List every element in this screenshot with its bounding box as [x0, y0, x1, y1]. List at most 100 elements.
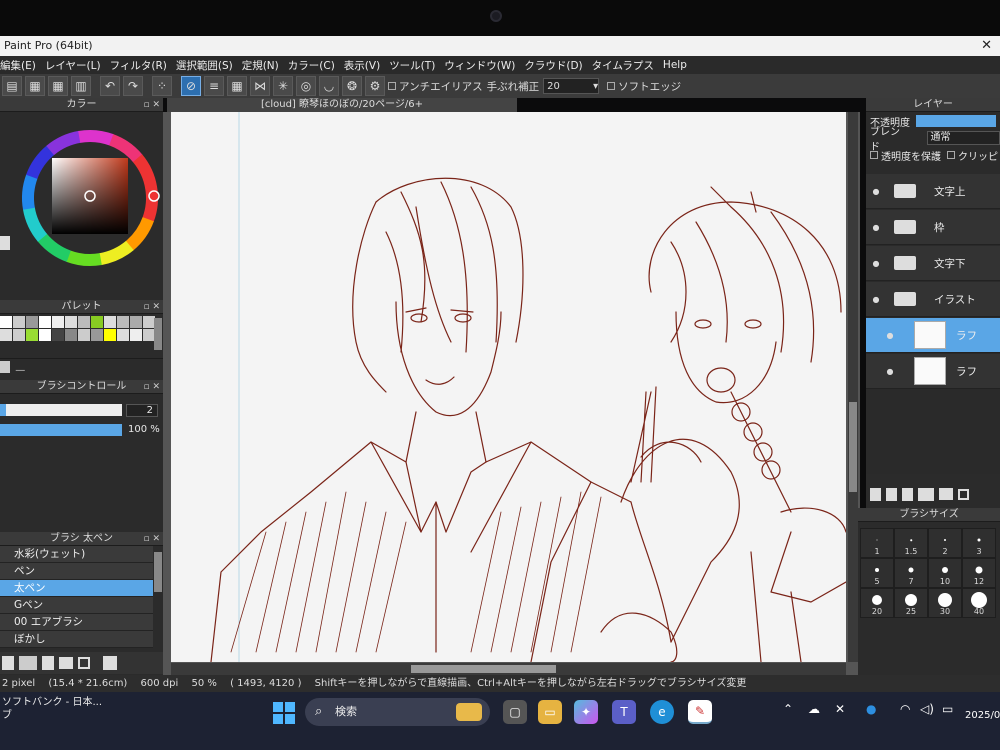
- panel-icon[interactable]: ▥: [71, 76, 91, 96]
- taskbar-news-widget[interactable]: ソフトバンク - 日本... ブ: [0, 696, 150, 722]
- close-icon[interactable]: ✕: [835, 702, 845, 716]
- layer-export-icon[interactable]: [918, 487, 934, 501]
- antialias-checkbox[interactable]: [388, 82, 396, 90]
- layer-blend-select[interactable]: 通常: [926, 131, 1000, 145]
- menu-item[interactable]: ウィンドウ(W): [444, 58, 515, 73]
- brush-list-item[interactable]: 水彩(ウェット): [0, 546, 153, 563]
- taskbar-search[interactable]: ⌕ 検索: [305, 698, 490, 726]
- layer-row[interactable]: ● ラフ: [866, 354, 1000, 389]
- palette-scrollbar[interactable]: [154, 318, 162, 350]
- paint-app-icon[interactable]: ✎: [688, 700, 712, 724]
- brush-list-item[interactable]: ペン: [0, 563, 153, 580]
- visibility-eye-icon[interactable]: ●: [866, 259, 886, 268]
- palette-swatch[interactable]: [65, 316, 77, 328]
- cloud-icon[interactable]: ☁: [808, 702, 820, 716]
- palette-swatch[interactable]: [26, 316, 38, 328]
- menu-item[interactable]: レイヤー(L): [45, 58, 101, 73]
- brush-size-cell[interactable]: 7: [894, 558, 928, 588]
- layer-folder-row[interactable]: ● イラスト: [866, 282, 1000, 317]
- duplicate-icon[interactable]: [78, 657, 90, 669]
- brush-size-slider[interactable]: [0, 404, 122, 416]
- perspective-ruler-icon[interactable]: ⋈: [250, 76, 270, 96]
- concentric-ruler-icon[interactable]: ◎: [296, 76, 316, 96]
- panel-close-icon[interactable]: ▫ ✕: [143, 532, 160, 546]
- palette-swatch[interactable]: [39, 329, 51, 341]
- palette-swatch[interactable]: [52, 316, 64, 328]
- protect-alpha-checkbox[interactable]: [870, 151, 878, 159]
- menu-item[interactable]: 編集(E): [0, 58, 36, 73]
- document-tab[interactable]: [cloud] 瞭琴ほのぼの/20ページ/6+: [167, 98, 517, 112]
- brush-settings-icon[interactable]: [42, 656, 54, 670]
- palette-swatch[interactable]: [52, 329, 64, 341]
- brush-list-item[interactable]: 太ペン: [0, 580, 153, 597]
- ellipse-ruler-icon[interactable]: ❂: [342, 76, 362, 96]
- brush-size-cell[interactable]: 1.5: [894, 528, 928, 558]
- edge-icon[interactable]: e: [650, 700, 674, 724]
- taskbar-date[interactable]: 2025/0: [965, 710, 1000, 721]
- horizontal-scroll-thumb[interactable]: [411, 665, 556, 673]
- brush-size-value[interactable]: 2: [126, 404, 158, 417]
- palette-add-icon[interactable]: [0, 361, 10, 373]
- layer-row[interactable]: ● ラフ: [866, 318, 1000, 353]
- menu-item[interactable]: ツール(T): [389, 58, 435, 73]
- palette-swatch[interactable]: [39, 316, 51, 328]
- brush-size-cell[interactable]: 5: [860, 558, 894, 588]
- layer-folder-icon[interactable]: [939, 488, 953, 500]
- brush-size-cell[interactable]: 30: [928, 588, 962, 618]
- visibility-eye-icon[interactable]: ●: [880, 331, 900, 340]
- panel-close-icon[interactable]: ▫ ✕: [143, 98, 160, 112]
- tray-chevron-up-icon[interactable]: ⌃: [783, 702, 793, 716]
- no-ruler-icon[interactable]: ⊘: [181, 76, 201, 96]
- palette-swatch[interactable]: [26, 329, 38, 341]
- settings-ruler-icon[interactable]: ⚙: [365, 76, 385, 96]
- speaker-icon[interactable]: ◁): [920, 702, 934, 716]
- palette-swatch[interactable]: [91, 329, 103, 341]
- palette-swatch[interactable]: [117, 329, 129, 341]
- menu-item[interactable]: 定規(N): [242, 58, 279, 73]
- brush-size-cell[interactable]: 25: [894, 588, 928, 618]
- folder-icon[interactable]: [59, 657, 73, 669]
- teams-icon[interactable]: T: [612, 700, 636, 724]
- copy-brush-icon[interactable]: [19, 656, 37, 670]
- new-brush-icon[interactable]: [2, 656, 14, 670]
- palette-swatch[interactable]: [78, 316, 90, 328]
- canvas-area[interactable]: [163, 112, 860, 675]
- grid-icon[interactable]: ▦: [48, 76, 68, 96]
- battery-icon[interactable]: ▭: [942, 702, 953, 716]
- layer-folder-row[interactable]: ● 文字下: [866, 246, 1000, 281]
- brush-size-cell[interactable]: 2: [928, 528, 962, 558]
- menu-item[interactable]: 表示(V): [344, 58, 380, 73]
- trash-icon[interactable]: [103, 656, 117, 670]
- brush-size-cell[interactable]: 12: [962, 558, 996, 588]
- vertical-scroll-thumb[interactable]: [849, 402, 857, 492]
- menu-item[interactable]: 選択範囲(S): [176, 58, 233, 73]
- copilot-icon[interactable]: ✦: [574, 700, 598, 724]
- windows-start-icon[interactable]: [273, 702, 295, 724]
- shield-icon[interactable]: ●: [866, 702, 876, 716]
- layer-folder-row[interactable]: ● 文字上: [866, 174, 1000, 209]
- close-icon[interactable]: ✕: [981, 38, 992, 53]
- curve-ruler-icon[interactable]: ◡: [319, 76, 339, 96]
- drawing-canvas[interactable]: [171, 112, 846, 662]
- brush-size-cell[interactable]: 1: [860, 528, 894, 558]
- brush-list-scrollbar[interactable]: [154, 552, 162, 592]
- palette-swatch[interactable]: [91, 316, 103, 328]
- grid-ruler-icon[interactable]: ▦: [227, 76, 247, 96]
- brush-opacity-slider[interactable]: [0, 424, 122, 436]
- file-explorer-icon[interactable]: ▭: [538, 700, 562, 724]
- canvas-horizontal-scrollbar[interactable]: [171, 663, 846, 675]
- palette-swatch[interactable]: [13, 329, 25, 341]
- redo-icon[interactable]: ↷: [123, 76, 143, 96]
- layer-settings-icon[interactable]: [902, 487, 913, 501]
- undo-icon[interactable]: ↶: [100, 76, 120, 96]
- task-view-icon[interactable]: ▢: [503, 700, 527, 724]
- soft-edge-checkbox[interactable]: [607, 82, 616, 90]
- palette-swatch[interactable]: [65, 329, 77, 341]
- palette-swatch[interactable]: [0, 316, 12, 328]
- layer-icon[interactable]: ▦: [25, 76, 45, 96]
- panel-close-icon[interactable]: ▫ ✕: [143, 300, 160, 314]
- brush-list-item[interactable]: Gペン: [0, 597, 153, 614]
- palette-swatch[interactable]: [130, 316, 142, 328]
- menu-item[interactable]: カラー(C): [288, 58, 335, 73]
- menu-item[interactable]: クラウド(D): [524, 58, 582, 73]
